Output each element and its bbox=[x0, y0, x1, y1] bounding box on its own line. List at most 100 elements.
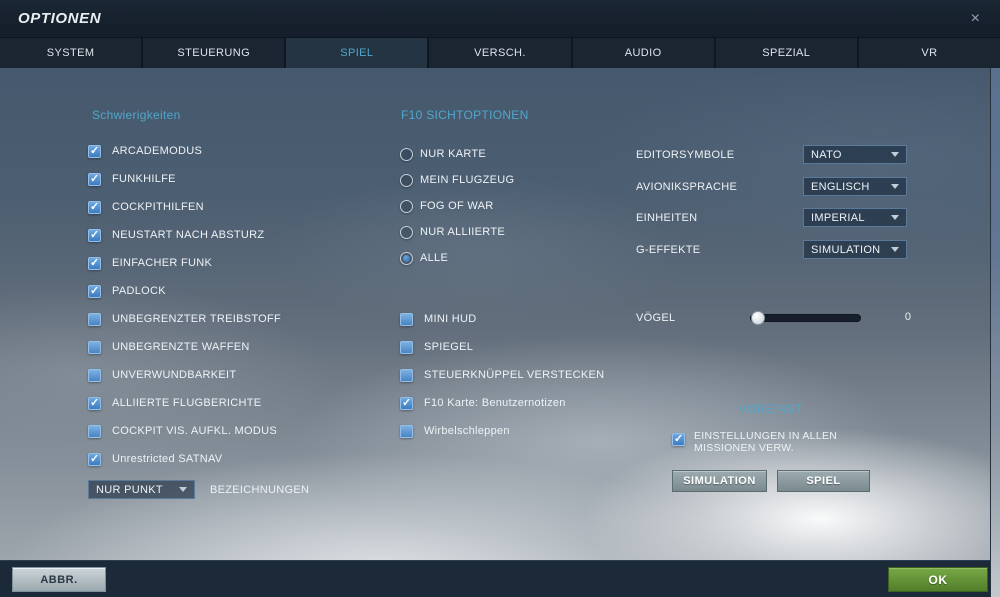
difficulty-unverwundbarkeit[interactable]: UNVERWUNDBARKEIT bbox=[88, 368, 236, 382]
tab-spiel[interactable]: SPIEL bbox=[286, 38, 428, 68]
preset-simulation-button[interactable]: SIMULATION bbox=[672, 470, 767, 492]
radio-button[interactable] bbox=[400, 199, 413, 213]
checkbox-label: COCKPITHILFEN bbox=[112, 201, 204, 213]
setting-label: EDITORSYMBOLE bbox=[636, 149, 735, 161]
checkbox-label: UNVERWUNDBARKEIT bbox=[112, 369, 237, 381]
difficulty-unrestricted-satnav[interactable]: Unrestricted SATNAV bbox=[88, 452, 222, 466]
birds-slider-value: 0 bbox=[904, 311, 911, 323]
birds-slider[interactable] bbox=[750, 311, 861, 325]
checkbox-label: COCKPIT VIS. AUFKL. MODUS bbox=[112, 425, 277, 437]
labels-dropdown[interactable]: NUR PUNKT bbox=[88, 480, 195, 499]
checkbox-label: FUNKHILFE bbox=[112, 173, 176, 185]
checkbox[interactable] bbox=[400, 424, 413, 438]
setting-dropdown[interactable]: ENGLISCH bbox=[803, 177, 907, 196]
tab-steuerung[interactable]: STEUERUNG bbox=[143, 38, 285, 68]
checkbox-label: UNBEGRENZTER TREIBSTOFF bbox=[112, 313, 282, 325]
game-steuerkn-ppel-verstecken[interactable]: STEUERKNÜPPEL VERSTECKEN bbox=[400, 368, 604, 382]
scrollbar[interactable] bbox=[990, 68, 1000, 597]
checkbox-label: UNBEGRENZTE WAFFEN bbox=[112, 341, 250, 353]
game-spiegel[interactable]: SPIEGEL bbox=[400, 340, 473, 354]
tab-label: VERSCH. bbox=[474, 47, 526, 59]
f10-mein-flugzeug[interactable]: MEIN FLUGZEUG bbox=[400, 173, 514, 187]
difficulty-unbegrenzte-waffen[interactable]: UNBEGRENZTE WAFFEN bbox=[88, 340, 250, 354]
checkbox[interactable] bbox=[88, 452, 101, 466]
checkbox[interactable] bbox=[88, 256, 101, 270]
difficulty-header: Schwierigkeiten bbox=[92, 108, 181, 122]
difficulty-unbegrenzter-treibstoff[interactable]: UNBEGRENZTER TREIBSTOFF bbox=[88, 312, 281, 326]
difficulty-alliierte-flugberichte[interactable]: ALLIIERTE FLUGBERICHTE bbox=[88, 396, 261, 410]
checkbox[interactable] bbox=[88, 284, 101, 298]
checkbox[interactable] bbox=[400, 340, 413, 354]
f10-fog-of-war[interactable]: FOG OF WAR bbox=[400, 199, 493, 213]
checkbox-label: SPIEGEL bbox=[424, 341, 474, 353]
f10-alle[interactable]: ALLE bbox=[400, 251, 448, 265]
setting-dropdown-value: NATO bbox=[811, 148, 842, 161]
titlebar: OPTIONEN × bbox=[0, 0, 1000, 38]
chevron-down-icon bbox=[891, 215, 899, 220]
checkbox-label: EINFACHER FUNK bbox=[112, 257, 213, 269]
checkbox[interactable] bbox=[88, 424, 101, 438]
birds-slider-handle[interactable] bbox=[751, 311, 765, 325]
game-mini-hud[interactable]: MINI HUD bbox=[400, 312, 477, 326]
checkbox[interactable] bbox=[88, 144, 101, 158]
chevron-down-icon bbox=[179, 487, 187, 492]
difficulty-funkhilfe[interactable]: FUNKHILFE bbox=[88, 172, 176, 186]
setting-dropdown[interactable]: NATO bbox=[803, 145, 907, 164]
checkbox-label: Wirbelschleppen bbox=[424, 425, 510, 437]
tab-versch[interactable]: VERSCH. bbox=[429, 38, 571, 68]
checkbox[interactable] bbox=[400, 312, 413, 326]
difficulty-cockpithilfen[interactable]: COCKPITHILFEN bbox=[88, 200, 204, 214]
apply-all-missions-row[interactable]: EINSTELLUNGEN IN ALLEN MISSIONEN VERW. bbox=[672, 430, 837, 454]
setting-dropdown-value: IMPERIAL bbox=[811, 211, 865, 224]
checkbox-label: MINI HUD bbox=[424, 313, 477, 325]
tab-system[interactable]: SYSTEM bbox=[0, 38, 142, 68]
checkbox[interactable] bbox=[400, 368, 413, 382]
radio-label: NUR ALLIIERTE bbox=[420, 226, 506, 238]
setting-label: EINHEITEN bbox=[636, 212, 698, 224]
checkbox-label: ALLIIERTE FLUGBERICHTE bbox=[112, 397, 262, 409]
tab-audio[interactable]: AUDIO bbox=[572, 38, 714, 68]
checkbox[interactable] bbox=[88, 228, 101, 242]
f10-view-header: F10 SICHTOPTIONEN bbox=[401, 108, 529, 122]
window-title: OPTIONEN bbox=[18, 10, 102, 27]
checkbox[interactable] bbox=[88, 340, 101, 354]
radio-button[interactable] bbox=[400, 251, 413, 265]
checkbox[interactable] bbox=[88, 312, 101, 326]
setting-dropdown-value: ENGLISCH bbox=[811, 180, 870, 193]
checkbox[interactable] bbox=[88, 172, 101, 186]
radio-button[interactable] bbox=[400, 173, 413, 187]
tab-vr[interactable]: VR bbox=[858, 38, 1000, 68]
checkbox-label: ARCADEMODUS bbox=[112, 145, 203, 157]
checkbox[interactable] bbox=[88, 200, 101, 214]
difficulty-einfacher-funk[interactable]: EINFACHER FUNK bbox=[88, 256, 212, 270]
checkbox-label: NEUSTART NACH ABSTURZ bbox=[112, 229, 265, 241]
labels-dropdown-value: NUR PUNKT bbox=[96, 483, 163, 496]
checkbox[interactable] bbox=[88, 368, 101, 382]
setting-dropdown[interactable]: IMPERIAL bbox=[803, 208, 907, 227]
preset-game-button[interactable]: SPIEL bbox=[777, 470, 870, 492]
tab-spezial[interactable]: SPEZIAL bbox=[715, 38, 857, 68]
tab-label: SYSTEM bbox=[46, 47, 95, 59]
checkbox[interactable] bbox=[400, 396, 413, 410]
checkbox[interactable] bbox=[88, 396, 101, 410]
radio-button[interactable] bbox=[400, 147, 413, 161]
difficulty-arcademodus[interactable]: ARCADEMODUS bbox=[88, 144, 202, 158]
tab-bar: SYSTEM STEUERUNG SPIEL VERSCH. AUDIO SPEZIAL V… bbox=[0, 38, 1000, 68]
difficulty-neustart-nach-absturz[interactable]: NEUSTART NACH ABSTURZ bbox=[88, 228, 264, 242]
f10-nur-karte[interactable]: NUR KARTE bbox=[400, 147, 486, 161]
game-f10-karte-benutzernotizen[interactable]: F10 Karte: Benutzernotizen bbox=[400, 396, 566, 410]
close-icon[interactable]: × bbox=[965, 10, 986, 27]
chevron-down-icon bbox=[891, 247, 899, 252]
radio-label: MEIN FLUGZEUG bbox=[420, 174, 515, 186]
difficulty-padlock[interactable]: PADLOCK bbox=[88, 284, 166, 298]
ok-button[interactable]: OK bbox=[888, 567, 988, 592]
tab-label: SPIEL bbox=[340, 47, 374, 59]
tab-label: STEUERUNG bbox=[177, 47, 251, 59]
setting-dropdown[interactable]: SIMULATION bbox=[803, 240, 907, 259]
cancel-button[interactable]: ABBR. bbox=[12, 567, 106, 592]
f10-nur-alliierte[interactable]: NUR ALLIIERTE bbox=[400, 225, 505, 239]
difficulty-cockpit-vis-aufkl-modus[interactable]: COCKPIT VIS. AUFKL. MODUS bbox=[88, 424, 277, 438]
apply-all-missions-checkbox[interactable] bbox=[672, 432, 685, 446]
radio-button[interactable] bbox=[400, 225, 413, 239]
game-wirbelschleppen[interactable]: Wirbelschleppen bbox=[400, 424, 510, 438]
